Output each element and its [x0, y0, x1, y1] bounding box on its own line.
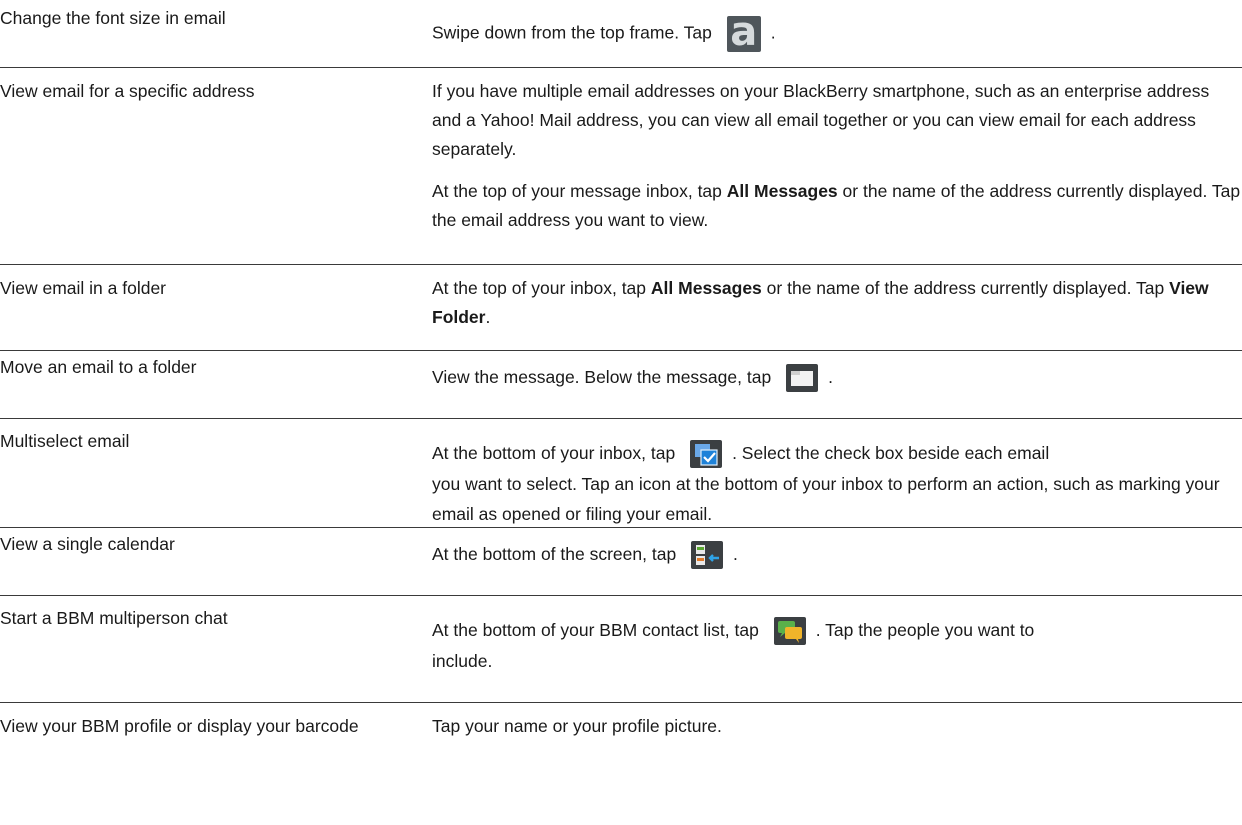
row-divider: [0, 702, 1242, 703]
multiselect-icon: [690, 440, 723, 469]
instruction: View the message. Below the message, tap…: [432, 363, 1242, 393]
single-calendar-icon: [691, 541, 724, 570]
task-label: Move an email to a folder: [0, 357, 197, 377]
instruction: At the bottom of your BBM contact list, …: [432, 614, 1242, 676]
task-label: Start a BBM multiperson chat: [0, 608, 228, 628]
task-label: View email for a specific address: [0, 81, 255, 101]
row-divider: [0, 418, 1242, 419]
row-divider: [0, 527, 1242, 528]
task-label: Change the font size in email: [0, 8, 226, 28]
instruction: If you have multiple email addresses on …: [432, 77, 1242, 235]
task-label: Multiselect email: [0, 431, 130, 451]
instruction: Swipe down from the top frame. Tap a.: [432, 9, 776, 55]
font-size-icon: a: [726, 10, 761, 54]
paragraph: At the top of your message inbox, tap Al…: [432, 181, 1241, 230]
instruction: At the top of your inbox, tap All Messag…: [432, 278, 1209, 327]
row-divider: [0, 350, 1242, 351]
task-label: View a single calendar: [0, 534, 175, 554]
paragraph: If you have multiple email addresses on …: [432, 81, 1210, 159]
row-divider: [0, 67, 1242, 68]
instruction: At the bottom of the screen, tap .: [432, 540, 1242, 570]
row-divider: [0, 264, 1242, 265]
instruction: Tap your name or your profile picture.: [432, 716, 722, 736]
instruction: At the bottom of your inbox, tap . Selec…: [432, 437, 1242, 529]
task-label: View email in a folder: [0, 278, 167, 298]
multiperson-chat-icon: [773, 617, 806, 646]
row-divider: [0, 595, 1242, 596]
move-to-folder-icon: [786, 364, 819, 393]
task-label: View your BBM profile or display your ba…: [0, 716, 359, 736]
